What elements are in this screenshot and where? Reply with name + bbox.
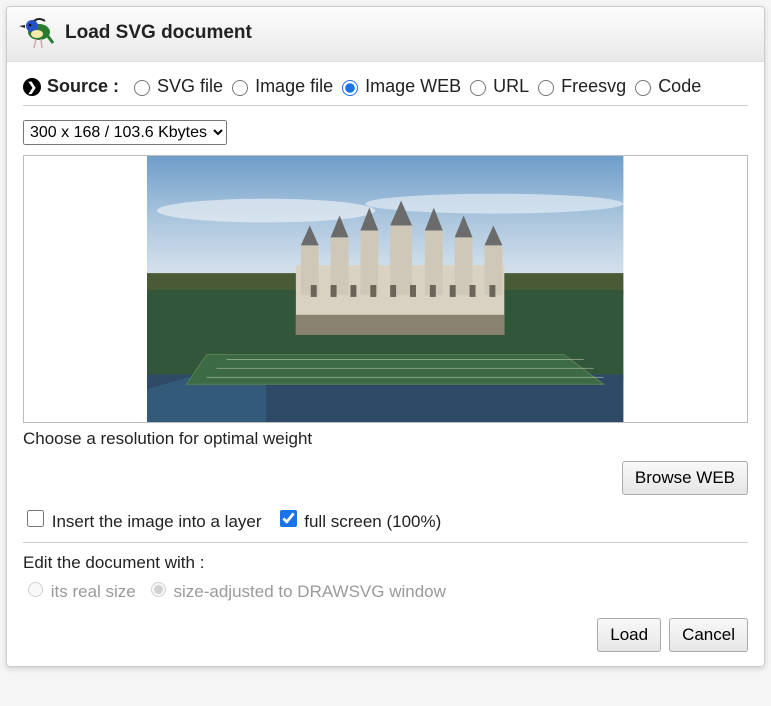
- source-label: Source :: [47, 76, 119, 97]
- radio-image-file[interactable]: Image file: [227, 76, 333, 97]
- radio-image-web[interactable]: Image WEB: [337, 76, 461, 97]
- source-row: ❯ Source : SVG file Image file Image WEB…: [23, 72, 748, 106]
- radio-freesvg[interactable]: Freesvg: [533, 76, 626, 97]
- browse-web-button[interactable]: Browse WEB: [622, 461, 748, 495]
- dialog-footer: Load Cancel: [23, 602, 748, 652]
- chevron-right-icon: ❯: [23, 78, 41, 96]
- app-bird-icon: [19, 15, 55, 51]
- edit-with-label: Edit the document with :: [23, 553, 748, 573]
- load-button[interactable]: Load: [597, 618, 661, 652]
- options-row: Insert the image into a layer full scree…: [23, 505, 748, 543]
- edit-with-section: Edit the document with : its real size s…: [23, 553, 748, 602]
- cancel-button[interactable]: Cancel: [669, 618, 748, 652]
- radio-url[interactable]: URL: [465, 76, 529, 97]
- image-preview: [23, 155, 748, 423]
- checkbox-insert-layer[interactable]: Insert the image into a layer: [23, 507, 262, 532]
- radio-real-size: its real size: [23, 579, 136, 602]
- checkbox-full-screen[interactable]: full screen (100%): [276, 507, 442, 532]
- radio-size-adjusted: size-adjusted to DRAWSVG window: [146, 579, 446, 602]
- dialog-title: Load SVG document: [65, 22, 252, 44]
- castle-preview-icon: [147, 156, 623, 422]
- radio-code[interactable]: Code: [630, 76, 701, 97]
- radio-svg-file[interactable]: SVG file: [129, 76, 223, 97]
- load-svg-dialog: Load SVG document ❯ Source : SVG file Im…: [6, 6, 765, 667]
- resolution-row: 300 x 168 / 103.6 Kbytes: [23, 120, 748, 145]
- resolution-select[interactable]: 300 x 168 / 103.6 Kbytes: [23, 120, 227, 145]
- resolution-hint: Choose a resolution for optimal weight: [23, 429, 748, 449]
- dialog-titlebar: Load SVG document: [7, 7, 764, 62]
